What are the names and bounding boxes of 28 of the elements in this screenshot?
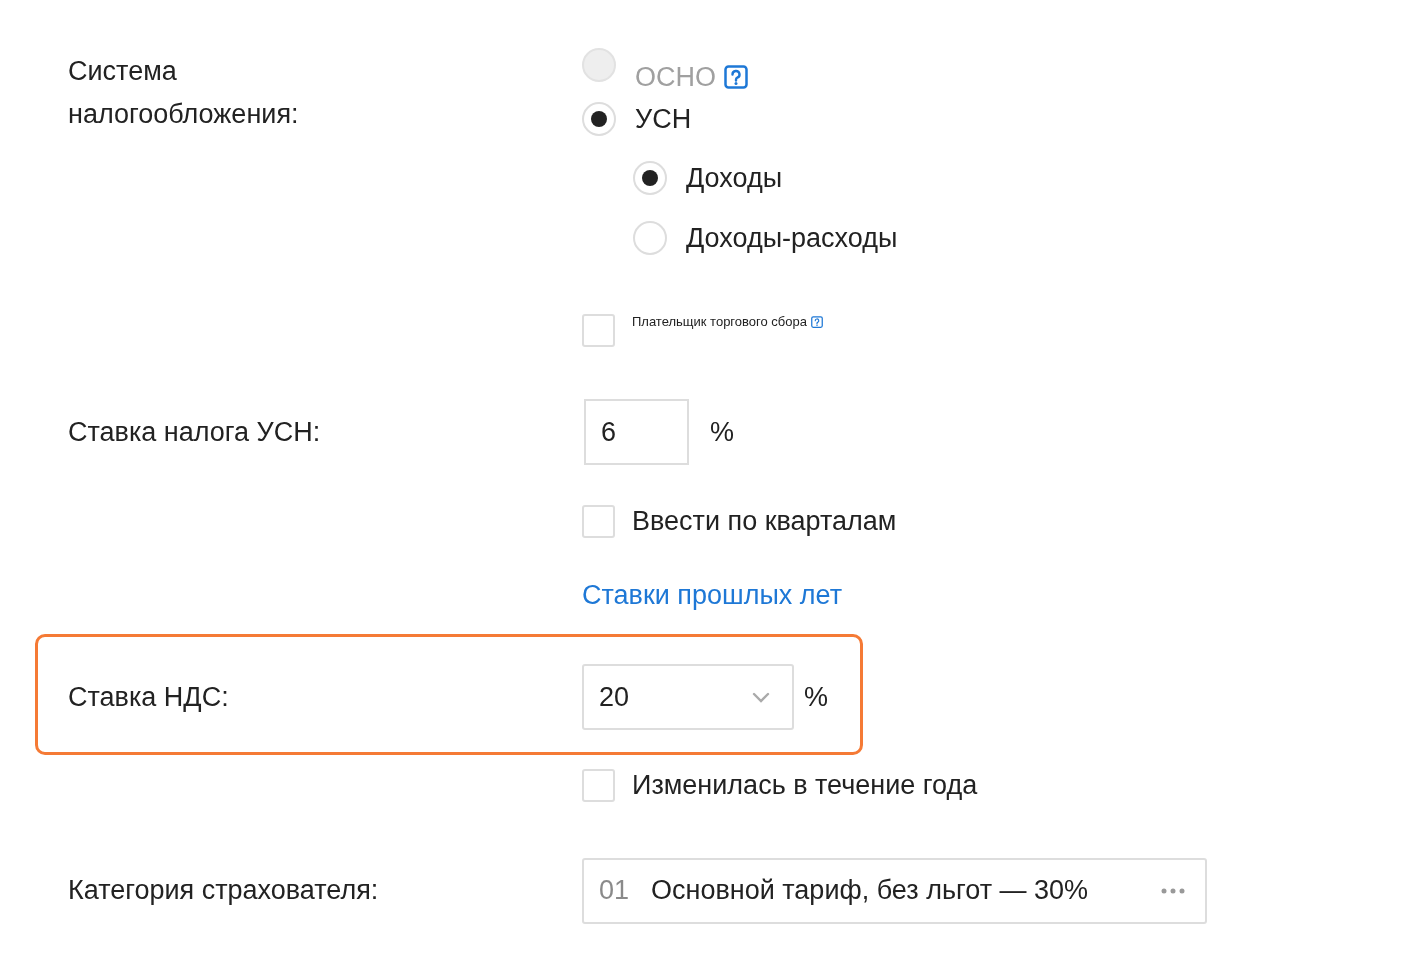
vat-select[interactable]: 20 <box>582 664 794 730</box>
checkbox-label: Ввести по кварталам <box>632 505 897 538</box>
category-value: Основной тариф, без льгот — 30% <box>651 874 1090 908</box>
category-field[interactable]: 01 Основной тариф, без льгот — 30% <box>582 857 1207 924</box>
checkbox-label: Изменилась в течение года <box>632 769 978 802</box>
past-rates-link[interactable]: Ставки прошлых лет <box>582 574 843 615</box>
radio-button[interactable] <box>582 102 616 136</box>
option-label: Доходы-расходы <box>686 221 898 255</box>
checkbox[interactable] <box>582 768 615 802</box>
option-label: Доходы <box>686 161 783 195</box>
more-icon[interactable] <box>1161 887 1185 894</box>
category-code: 01 <box>599 874 631 908</box>
unit-label: % <box>710 415 734 449</box>
checkbox[interactable] <box>582 504 615 538</box>
unit-label: % <box>804 680 828 714</box>
chevron-down-icon <box>752 691 770 703</box>
rate-input[interactable]: 6 <box>584 399 689 465</box>
radio-button[interactable] <box>633 161 667 195</box>
field-label: Категория страхователя: <box>68 874 379 908</box>
field-label: Ставка НДС: <box>68 680 229 714</box>
option-label: УСН <box>635 102 692 136</box>
help-icon[interactable] <box>811 316 823 328</box>
field-label: Система налогообложения: <box>68 55 300 131</box>
radio-button[interactable] <box>633 221 667 255</box>
checkbox[interactable] <box>582 314 615 347</box>
checkbox-label: Плательщик торгового сбора <box>632 314 807 330</box>
option-label: ОСНО <box>635 60 716 94</box>
field-label: Ставка налога УСН: <box>68 415 321 449</box>
